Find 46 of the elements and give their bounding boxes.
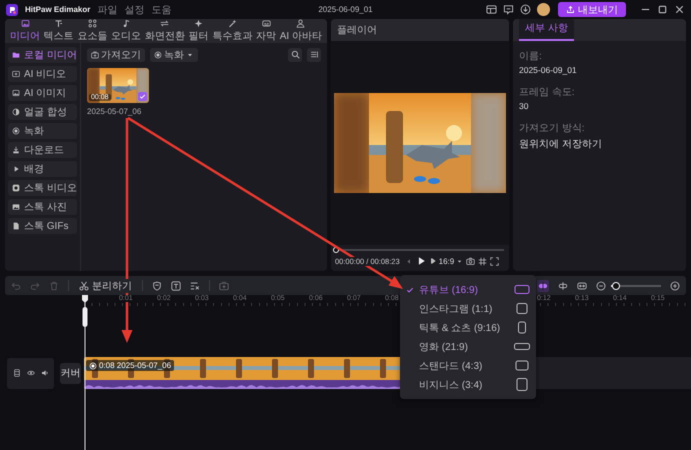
media-tab[interactable]: 특수효과	[212, 19, 252, 43]
export-button[interactable]: 내보내기	[558, 2, 626, 17]
menu-item[interactable]: 영화 (21:9)	[406, 337, 530, 356]
sidebar-item[interactable]: 배경	[8, 161, 77, 177]
menu-item[interactable]: 스탠다드 (4:3)	[406, 356, 530, 375]
sidebar-item[interactable]: 다운로드	[8, 142, 77, 158]
menu-item[interactable]: 틱톡 & 쇼츠 (9:16)	[406, 318, 530, 337]
project-title: 2025-06-09_01	[318, 5, 373, 14]
cover-button[interactable]: 커버	[60, 362, 81, 384]
sidebar-item[interactable]: AI 이미지	[8, 85, 77, 101]
media-tab[interactable]: 텍스트	[44, 19, 74, 43]
field-label: 이름:	[519, 50, 543, 63]
menu-item[interactable]: 설정	[124, 2, 144, 16]
media-tab[interactable]: 화면전환	[144, 19, 185, 43]
media-name: 2025-05-07_06	[87, 107, 142, 116]
sidebar-item[interactable]: 녹화	[8, 123, 77, 139]
sidebar-item[interactable]: 로컬 미디어	[8, 47, 77, 63]
media-tab[interactable]: 오디오	[111, 19, 142, 43]
field-value: 원위치에 저장하기	[519, 138, 603, 151]
menu-item[interactable]: 비지니스 (3:4)	[406, 375, 530, 394]
sidebar-item[interactable]: 스톡 GIFs	[8, 218, 77, 234]
media-tab[interactable]: 자막	[256, 19, 276, 43]
sidebar-item[interactable]: 스톡 비디오	[8, 180, 77, 196]
split-button[interactable]: 분리하기	[78, 278, 133, 292]
field-value: 30	[519, 101, 530, 111]
media-tab[interactable]: 미디어	[10, 19, 40, 43]
sidebar-item[interactable]: 얼굴 합성	[8, 104, 77, 120]
menu-item[interactable]: 도움	[151, 2, 172, 16]
record-button[interactable]: 녹화	[150, 48, 198, 62]
menu-item[interactable]: 유튜브 (16:9)	[406, 280, 530, 299]
media-tab[interactable]: 요소들	[77, 19, 108, 43]
details-tab[interactable]: 세부 사항	[519, 19, 574, 41]
panel-title: 플레이어	[337, 24, 377, 37]
field-value: 2025-06-09_01	[519, 65, 578, 75]
field-label: 프레임 속도:	[519, 86, 576, 99]
sidebar-item[interactable]: 스톡 사진	[8, 199, 77, 215]
field-label: 가져오기 방식:	[519, 122, 586, 135]
media-tab[interactable]: AI 아바타	[280, 19, 322, 43]
app-title: HitPaw Edimakor	[25, 5, 90, 14]
menu-item[interactable]: 인스타그램 (1:1)	[406, 299, 530, 318]
menu-item[interactable]: 파일	[97, 2, 118, 16]
sidebar-item[interactable]: AI 비디오	[8, 66, 77, 82]
media-tab[interactable]: 필터	[188, 19, 209, 43]
clip-label: 0:08 2025-05-07_06	[86, 360, 174, 371]
aspect-ratio-button[interactable]: 16:9	[428, 256, 464, 266]
import-button[interactable]: 가져오기	[87, 48, 145, 62]
